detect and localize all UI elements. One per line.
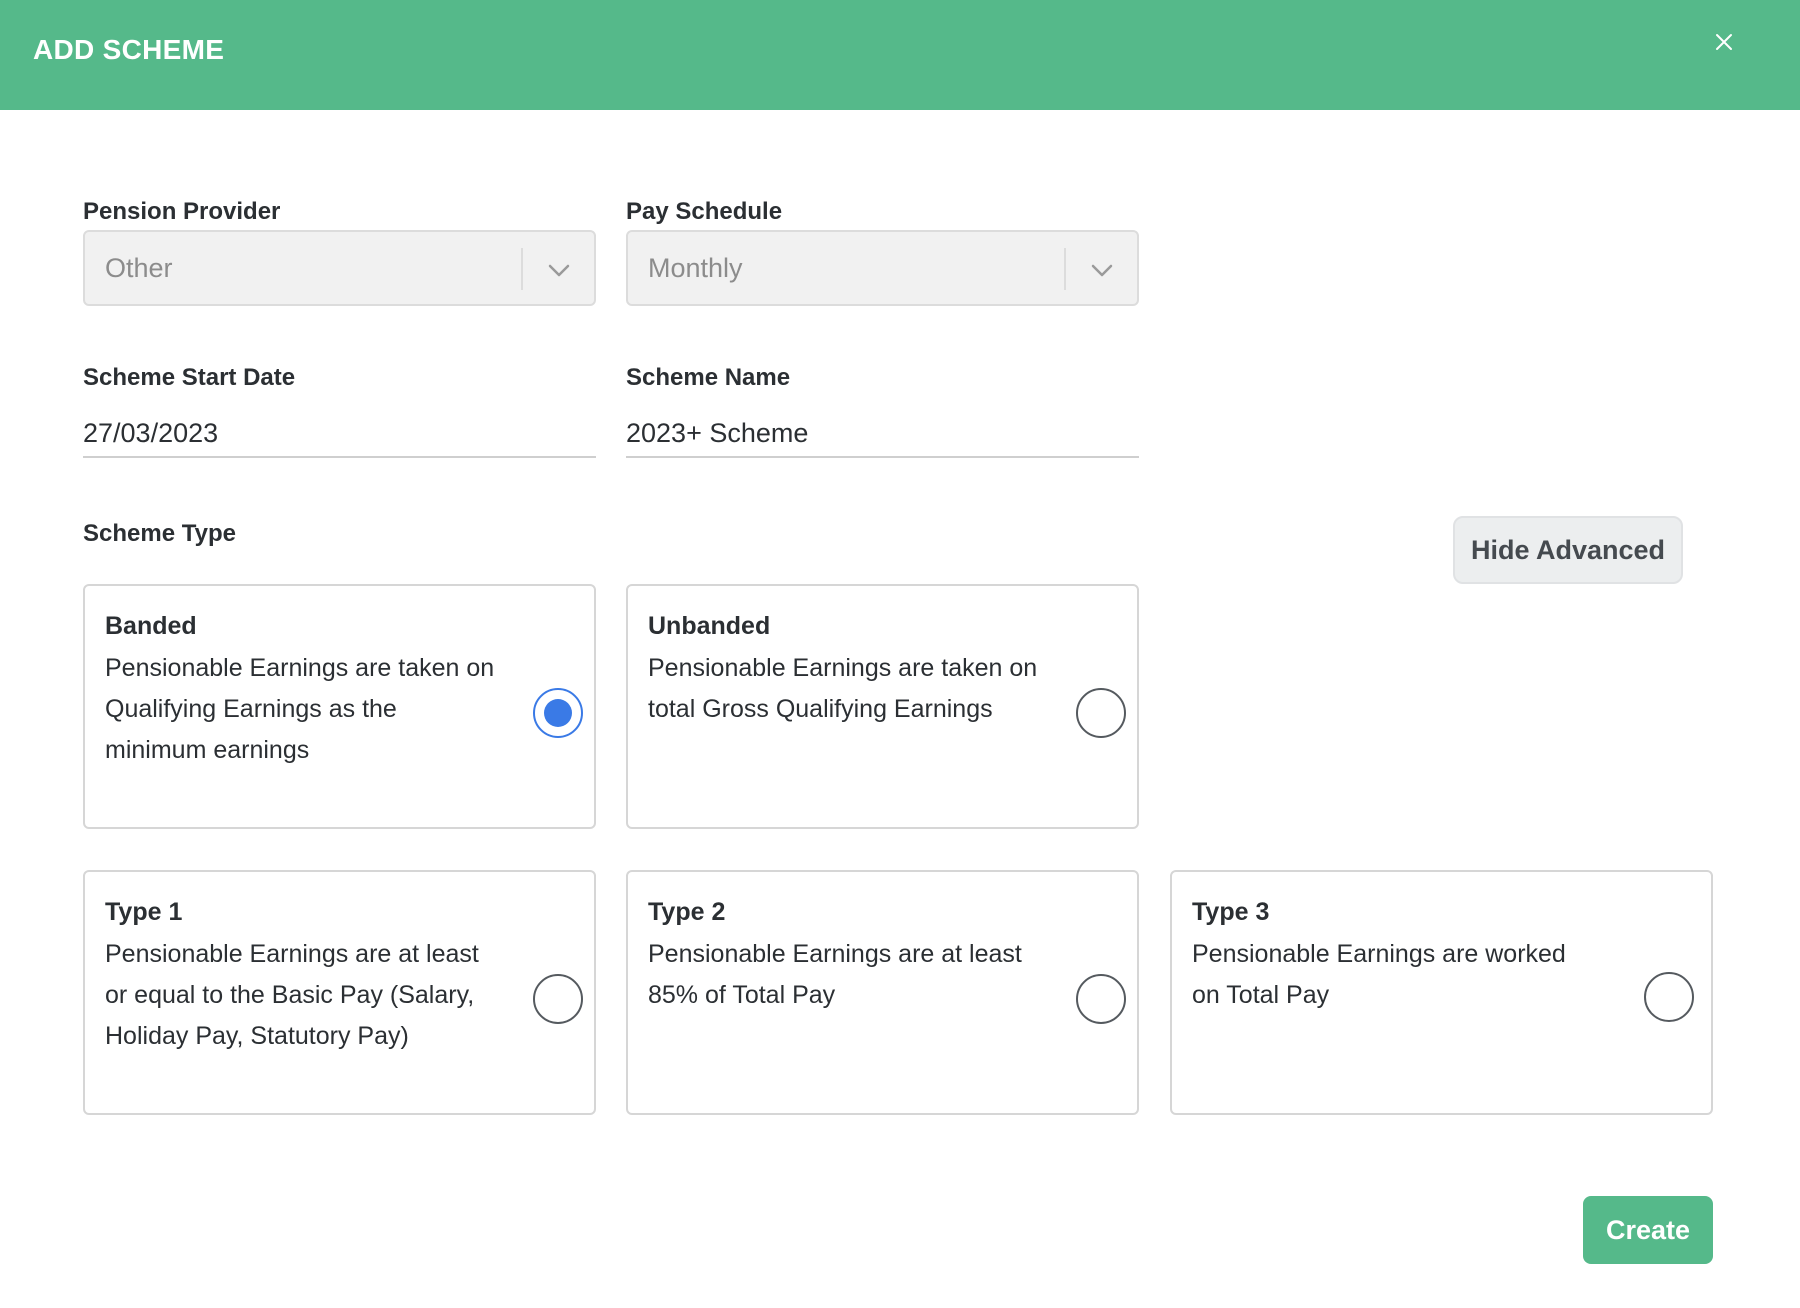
- scheme-type-option-type-2[interactable]: Type 2 Pensionable Earnings are at least…: [626, 870, 1139, 1115]
- option-radio[interactable]: [533, 974, 583, 1024]
- option-description: Pensionable Earnings are worked on Total…: [1192, 940, 1566, 1009]
- option-radio[interactable]: [1076, 974, 1126, 1024]
- select-divider: [1064, 248, 1066, 290]
- scheme-start-date-value: 27/03/2023: [83, 418, 219, 448]
- radio-selected-dot: [544, 699, 572, 727]
- option-title: Type 3: [1192, 898, 1270, 926]
- option-description: Pensionable Earnings are at least or equ…: [105, 940, 479, 1050]
- option-description: Pensionable Earnings are taken on Qualif…: [105, 654, 495, 764]
- option-radio[interactable]: [533, 688, 583, 738]
- close-icon: [1716, 34, 1732, 50]
- pension-provider-select[interactable]: Other: [83, 230, 596, 306]
- option-radio[interactable]: [1644, 972, 1694, 1022]
- scheme-start-date-field[interactable]: 27/03/2023: [83, 408, 596, 458]
- scheme-type-option-banded[interactable]: Banded Pensionable Earnings are taken on…: [83, 584, 596, 829]
- pay-schedule-select[interactable]: Monthly: [626, 230, 1139, 306]
- pay-schedule-label: Pay Schedule: [626, 198, 783, 225]
- option-title: Type 1: [105, 898, 183, 926]
- option-title: Unbanded: [648, 612, 771, 640]
- pension-provider-label: Pension Provider: [83, 198, 281, 225]
- scheme-name-field[interactable]: 2023+ Scheme: [626, 408, 1139, 458]
- option-title: Banded: [105, 612, 197, 640]
- select-divider: [521, 248, 523, 290]
- pay-schedule-value: Monthly: [648, 253, 743, 283]
- scheme-type-option-unbanded[interactable]: Unbanded Pensionable Earnings are taken …: [626, 584, 1139, 829]
- close-button[interactable]: [1706, 24, 1742, 60]
- modal-title: ADD SCHEME: [33, 34, 225, 65]
- option-description: Pensionable Earnings are taken on total …: [648, 654, 1038, 723]
- chevron-down-icon: [548, 264, 570, 277]
- option-title: Type 2: [648, 898, 726, 926]
- pension-provider-value: Other: [105, 253, 173, 283]
- scheme-type-label: Scheme Type: [83, 520, 236, 547]
- add-scheme-modal: ADD SCHEME Pension Provider Other Pay Sc…: [0, 0, 1800, 1308]
- scheme-name-label: Scheme Name: [626, 364, 791, 391]
- option-radio[interactable]: [1076, 688, 1126, 738]
- scheme-start-date-label: Scheme Start Date: [83, 364, 296, 391]
- modal-header: ADD SCHEME: [0, 0, 1800, 110]
- scheme-type-option-type-3[interactable]: Type 3 Pensionable Earnings are worked o…: [1170, 870, 1713, 1115]
- hide-advanced-button[interactable]: Hide Advanced: [1453, 516, 1683, 584]
- option-description: Pensionable Earnings are at least 85% of…: [648, 940, 1022, 1009]
- scheme-name-value: 2023+ Scheme: [626, 418, 809, 448]
- scheme-type-option-type-1[interactable]: Type 1 Pensionable Earnings are at least…: [83, 870, 596, 1115]
- create-button[interactable]: Create: [1583, 1196, 1713, 1264]
- chevron-down-icon: [1091, 264, 1113, 277]
